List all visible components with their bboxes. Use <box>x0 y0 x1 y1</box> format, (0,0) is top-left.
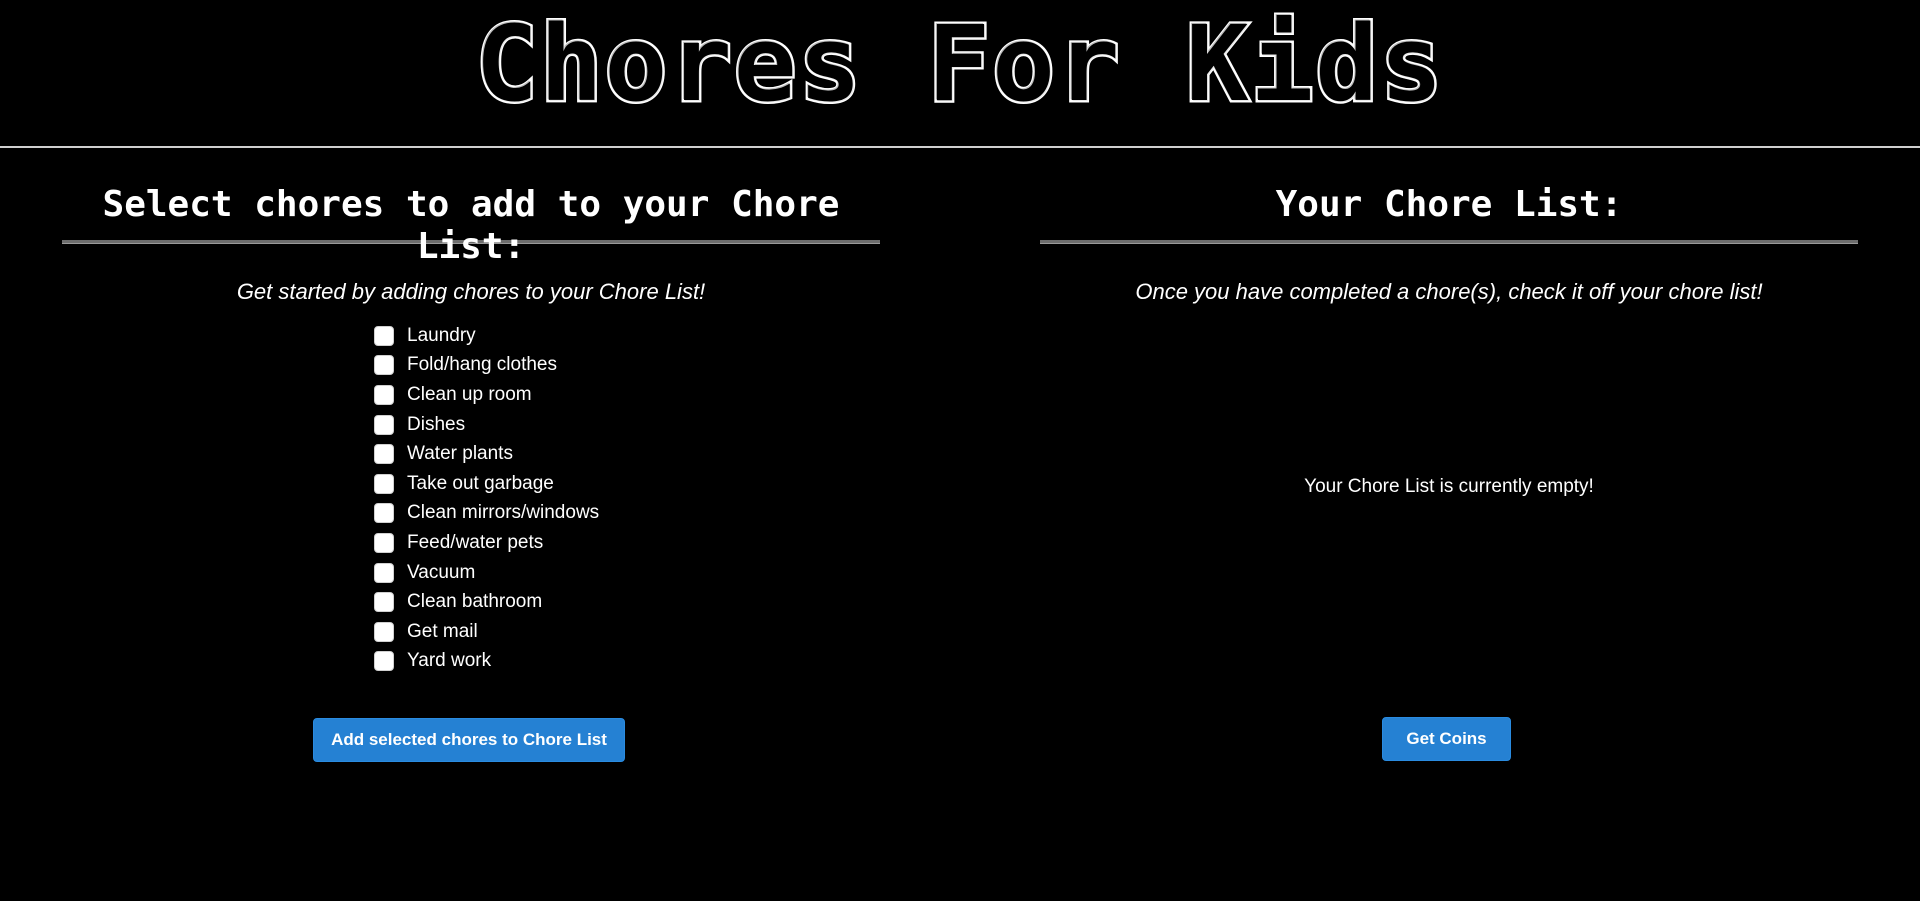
chore-option[interactable]: Dishes <box>374 410 774 440</box>
select-chores-panel: Select chores to add to your Chore List:… <box>62 148 880 762</box>
chore-checkbox[interactable] <box>374 503 394 524</box>
chore-checkbox[interactable] <box>374 592 394 613</box>
select-chores-subtitle: Get started by adding chores to your Cho… <box>236 279 706 304</box>
chore-list-heading: Your Chore List: <box>1275 184 1623 225</box>
chore-list-empty-message: Your Chore List is currently empty! <box>1304 476 1594 497</box>
chore-option[interactable]: Take out garbage <box>374 469 774 499</box>
chore-checkbox[interactable] <box>374 414 394 435</box>
chore-label: Water plants <box>407 443 513 465</box>
chore-checkbox[interactable] <box>374 444 394 465</box>
chore-checkbox[interactable] <box>374 532 394 553</box>
chore-label: Clean mirrors/windows <box>407 502 600 524</box>
chore-label: Get mail <box>407 620 478 642</box>
chore-label: Clean bathroom <box>407 591 543 613</box>
chore-option[interactable]: Clean bathroom <box>374 587 774 617</box>
chore-option[interactable]: Get mail <box>374 617 774 647</box>
chore-option[interactable]: Water plants <box>374 439 774 469</box>
chore-option[interactable]: Feed/water pets <box>374 528 774 558</box>
chore-label: Take out garbage <box>407 472 554 494</box>
chore-label: Clean up room <box>407 383 532 405</box>
chore-checkbox[interactable] <box>374 651 394 672</box>
chore-list-panel: Your Chore List: Once you have completed… <box>1040 148 1858 761</box>
chore-label: Laundry <box>407 324 476 346</box>
add-selected-chores-button[interactable]: Add selected chores to Chore List <box>313 718 625 762</box>
chore-checkbox[interactable] <box>374 621 394 642</box>
chore-checkbox[interactable] <box>374 325 394 346</box>
chore-option[interactable]: Clean up room <box>374 380 774 410</box>
chore-option[interactable]: Yard work <box>374 647 774 677</box>
chore-label: Fold/hang clothes <box>407 354 557 376</box>
chore-label: Feed/water pets <box>407 531 544 553</box>
chore-checkbox[interactable] <box>374 562 394 583</box>
chore-label: Vacuum <box>407 561 476 583</box>
chore-options-list: Laundry Fold/hang clothes Clean up room Dis… <box>374 321 774 676</box>
chore-option[interactable]: Laundry <box>374 321 774 351</box>
chore-checkbox[interactable] <box>374 355 394 376</box>
chore-option[interactable]: Fold/hang clothes <box>374 351 774 381</box>
chore-label: Yard work <box>407 650 492 672</box>
chore-option[interactable]: Vacuum <box>374 558 774 588</box>
get-coins-button[interactable]: Get Coins <box>1382 717 1511 761</box>
select-chores-heading: Select chores to add to your Chore List: <box>102 184 840 267</box>
chore-label: Dishes <box>407 413 466 435</box>
chore-checkbox[interactable] <box>374 473 394 494</box>
page-header: Chores For Kids <box>0 0 1920 148</box>
chore-option[interactable]: Clean mirrors/windows <box>374 499 774 529</box>
chore-checkbox[interactable] <box>374 384 394 405</box>
chore-list-subtitle: Once you have completed a chore(s), chec… <box>1135 279 1763 304</box>
app-title: Chores For Kids <box>473 2 1445 127</box>
chore-list-divider <box>1040 240 1858 244</box>
